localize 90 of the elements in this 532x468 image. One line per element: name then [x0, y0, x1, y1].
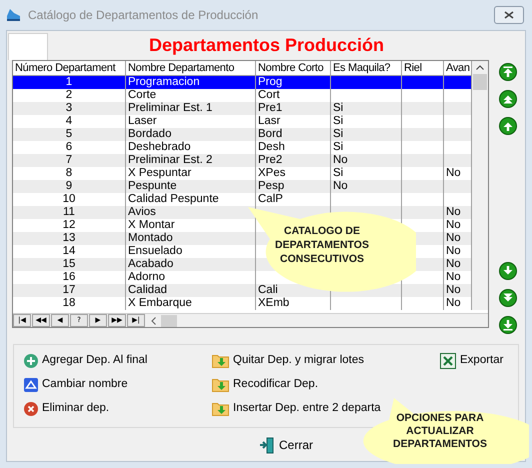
table-cell: No: [331, 180, 402, 193]
plus-icon: [24, 354, 38, 368]
move-up-icon[interactable]: [499, 63, 517, 81]
callout-text: OPCIONES PARA ACTUALIZAR DEPARTAMENTOS: [392, 412, 488, 451]
option-button[interactable]: Eliminar dep.: [24, 401, 212, 416]
vertical-scrollbar[interactable]: [472, 61, 488, 310]
table-cell: Montado: [126, 232, 256, 245]
table-cell: Deshebrado: [126, 141, 256, 154]
table-cell: XPes: [256, 167, 331, 180]
move-up-icon[interactable]: [499, 90, 517, 108]
table-cell: Pesp: [256, 180, 331, 193]
close-button[interactable]: [494, 6, 524, 24]
table-cell: X Montar: [126, 219, 256, 232]
triangle-icon: [24, 378, 38, 392]
table-cell: Corte: [126, 89, 256, 102]
table-cell: 5: [13, 128, 126, 141]
table-cell: X Pespuntar: [126, 167, 256, 180]
table-cell: Ensuelado: [126, 245, 256, 258]
page-heading: Departamentos Producción: [148, 34, 386, 57]
table-cell: 12: [13, 219, 126, 232]
close-dialog-button[interactable]: Cerrar: [258, 436, 313, 454]
scroll-thumb[interactable]: [161, 314, 177, 326]
table-cell: 17: [13, 284, 126, 297]
table-cell: Preliminar Est. 2: [126, 154, 256, 167]
move-down-icon[interactable]: [499, 289, 517, 307]
scroll-up-icon[interactable]: [476, 65, 484, 70]
spreadsheet-icon: [440, 352, 456, 368]
table-cell: Preliminar Est. 1: [126, 102, 256, 115]
delete-icon: [24, 402, 38, 416]
table-cell: 2: [13, 89, 126, 102]
table-cell: Si: [331, 102, 402, 115]
move-down-icon[interactable]: [499, 316, 517, 334]
table-cell: Bordado: [126, 128, 256, 141]
scroll-left-icon[interactable]: [151, 316, 156, 324]
table-cell: 3: [13, 102, 126, 115]
option-button[interactable]: Cambiar nombre: [24, 377, 212, 392]
folder-arrow-icon: [212, 353, 229, 368]
table-cell: Bord: [256, 128, 331, 141]
table-cell: Calidad Pespunte: [126, 193, 256, 206]
scroll-thumb[interactable]: [473, 74, 487, 90]
table-cell: 4: [13, 115, 126, 128]
table-cell: Laser: [126, 115, 256, 128]
folder-arrow-icon: [212, 377, 229, 392]
folder-arrow-icon: [212, 401, 229, 416]
table-cell: 6: [13, 141, 126, 154]
table-cell: Lasr: [256, 115, 331, 128]
table-cell: 16: [13, 271, 126, 284]
table-cell: 7: [13, 154, 126, 167]
move-down-icon[interactable]: [499, 262, 517, 280]
table-cell: Prog: [256, 76, 331, 89]
table-cell: 15: [13, 258, 126, 271]
table-cell: 14: [13, 245, 126, 258]
callout-text: CATALOGO DE DEPARTAMENTOS CONSECUTIVOS: [274, 224, 370, 266]
table-cell: No: [331, 154, 402, 167]
table-cell: Pespunte: [126, 180, 256, 193]
table-cell: 1: [13, 76, 126, 89]
table-cell: Calidad: [126, 284, 256, 297]
option-button[interactable]: Recodificar Dep.: [212, 377, 440, 392]
table-cell: Si: [331, 141, 402, 154]
table-cell: CalP: [256, 193, 331, 206]
table-cell: 13: [13, 232, 126, 245]
option-button[interactable]: Exportar: [440, 353, 504, 368]
close-icon: [504, 11, 514, 19]
table-cell: Desh: [256, 141, 331, 154]
table-cell: Si: [331, 128, 402, 141]
table-cell: Pre2: [256, 154, 331, 167]
table-cell: 18: [13, 297, 126, 310]
exit-door-icon: [258, 436, 275, 454]
table-cell: Si: [331, 167, 402, 180]
column-header[interactable]: Número Departament: [13, 61, 126, 75]
table-cell: XEmb: [256, 297, 331, 310]
table-cell: Pre1: [256, 102, 331, 115]
column-header[interactable]: Nombre Departamento: [126, 61, 256, 75]
table-cell: Acabado: [126, 258, 256, 271]
table-cell: 8: [13, 167, 126, 180]
table-cell: 10: [13, 193, 126, 206]
option-button[interactable]: Quitar Dep. y migrar lotes: [212, 353, 440, 368]
column-header[interactable]: Nombre Corto: [256, 61, 331, 75]
table-cell: 9: [13, 180, 126, 193]
window-title: Catálogo de Departamentos de Producción: [28, 7, 260, 24]
table-cell: X Embarque: [126, 297, 256, 310]
table-cell: Cort: [256, 89, 331, 102]
table-cell: 11: [13, 206, 126, 219]
table-cell: Si: [331, 115, 402, 128]
column-header[interactable]: Es Maquila?: [331, 61, 402, 75]
option-button[interactable]: Agregar Dep. Al final: [24, 353, 212, 368]
column-header[interactable]: Riel: [402, 61, 444, 75]
move-up-icon[interactable]: [499, 117, 517, 135]
table-cell: Adorno: [126, 271, 256, 284]
table-cell: Programacion: [126, 76, 256, 89]
